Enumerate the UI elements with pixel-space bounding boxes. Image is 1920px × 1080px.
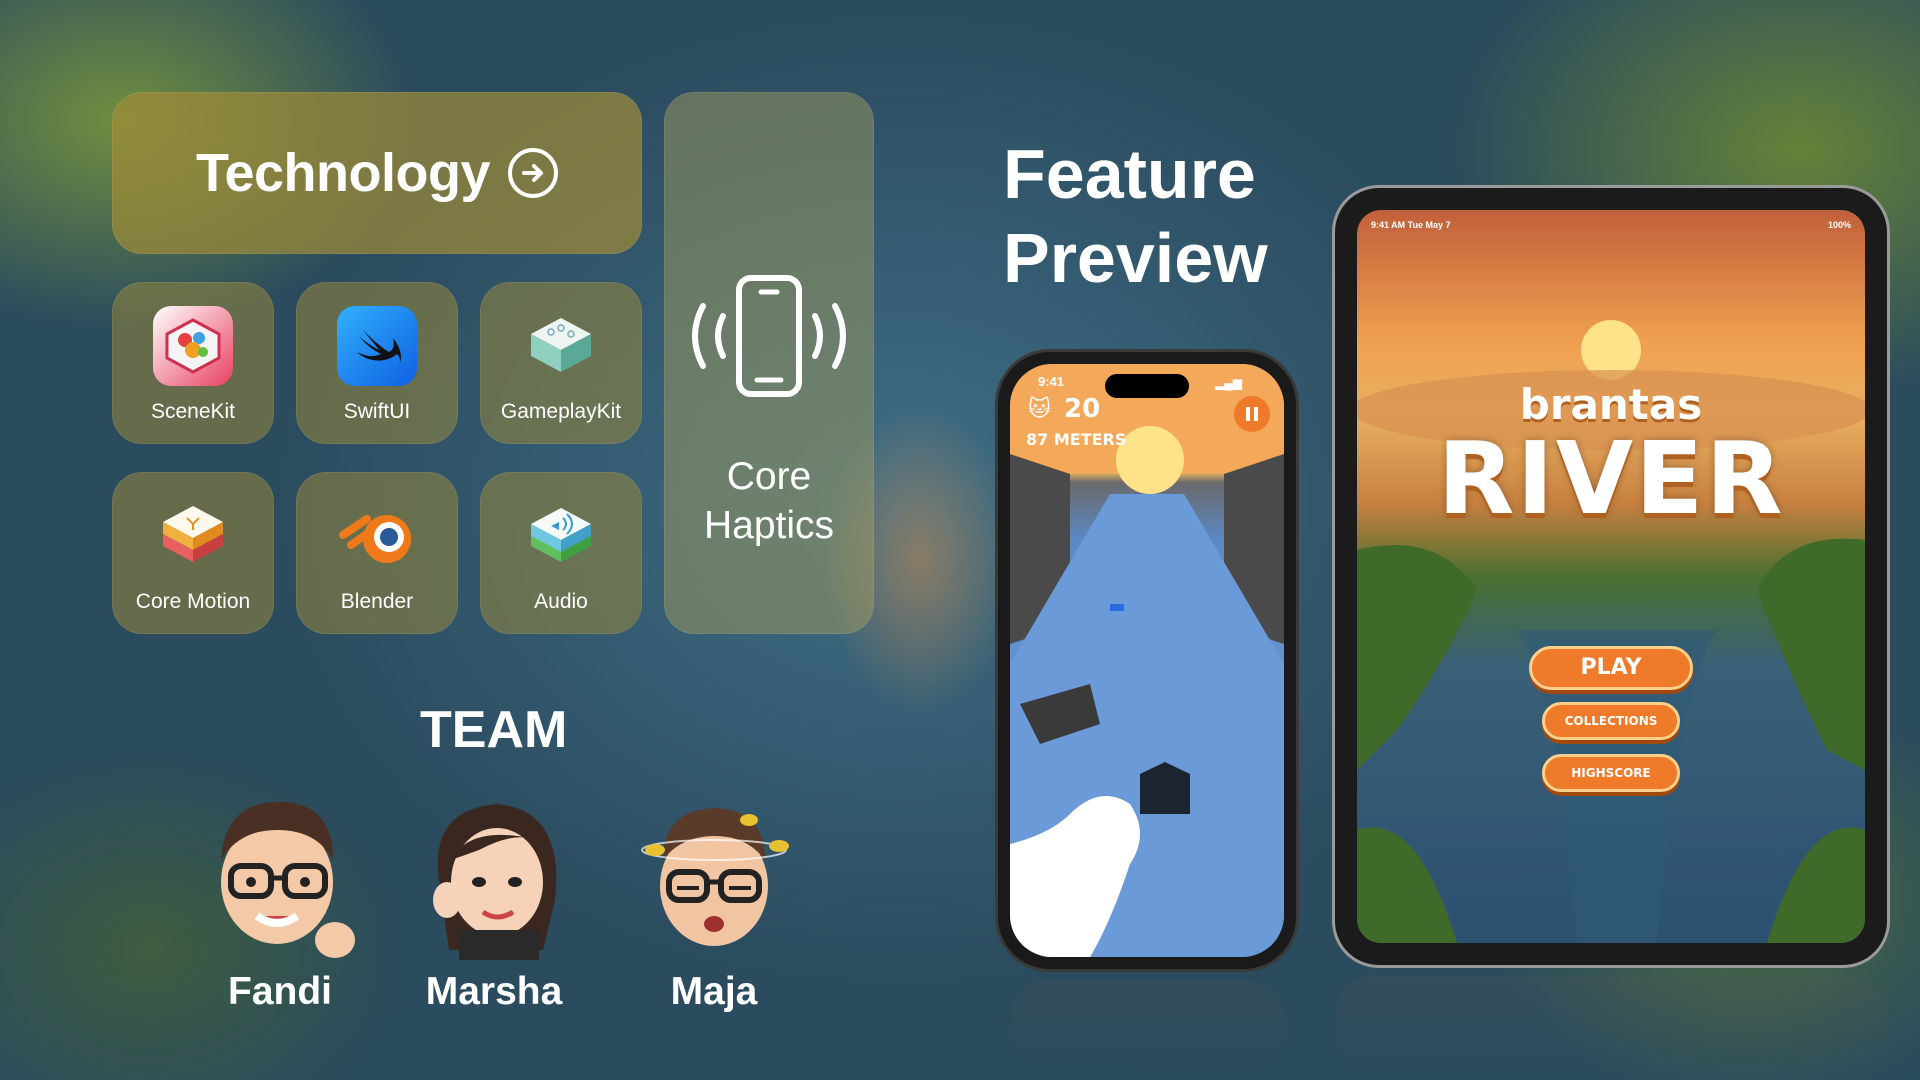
tile-label: Audio	[534, 590, 588, 613]
audio-icon	[521, 496, 601, 576]
member-name: Fandi	[228, 970, 332, 1013]
core-motion-icon	[153, 496, 233, 576]
tile-label: SwiftUI	[343, 400, 411, 423]
play-button[interactable]: PLAY	[1529, 646, 1693, 690]
tile-scenekit[interactable]: SceneKit	[112, 282, 274, 444]
status-time: 9:41	[1038, 374, 1065, 389]
tile-label: GameplayKit	[500, 400, 622, 423]
ipad-game-screen: 9:41 AM Tue May 7 100% brantas RIVER PLA…	[1357, 210, 1865, 943]
pause-icon	[1246, 407, 1250, 421]
tile-label: Blender	[340, 590, 414, 613]
game-logo: brantas RIVER	[1357, 380, 1865, 529]
ipad-status-time: 9:41 AM Tue May 7	[1371, 220, 1451, 230]
game-title-river: RIVER	[1437, 420, 1785, 537]
member-name: Maja	[670, 970, 758, 1013]
highscore-button[interactable]: HIGHSCORE	[1542, 754, 1680, 792]
haptics-phone-icon	[679, 272, 859, 407]
swiftui-icon	[337, 306, 417, 386]
tile-core-haptics[interactable]: Core Haptics	[664, 92, 874, 634]
cat-icon: 🐱	[1028, 396, 1051, 421]
technology-title: Technology	[195, 143, 491, 203]
iphone-preview: 9:41 ▂▄▆ 20 🐱 87 METERS	[998, 352, 1296, 969]
iphone-game-screen: 9:41 ▂▄▆ 20 🐱 87 METERS	[1010, 364, 1284, 957]
tile-audio[interactable]: Audio	[480, 472, 642, 634]
memoji-avatar	[205, 790, 355, 960]
ipad-battery: 100%	[1827, 220, 1851, 230]
blender-icon	[337, 496, 417, 576]
team-member-fandi: Fandi	[180, 790, 380, 1014]
tile-core-motion[interactable]: Core Motion	[112, 472, 274, 634]
status-signal-icon: ▂▄▆	[1215, 376, 1242, 390]
tile-label: SceneKit	[150, 400, 236, 423]
score-counter: 20	[1064, 394, 1101, 424]
tile-swiftui[interactable]: SwiftUI	[296, 282, 458, 444]
tile-gameplaykit[interactable]: GameplayKit	[480, 282, 642, 444]
tile-label: Core Motion	[135, 590, 251, 613]
haptics-label-line-2: Haptics	[703, 503, 835, 547]
distance-meters: 87 METERS	[1026, 430, 1127, 449]
team-member-marsha: Marsha	[394, 790, 594, 1014]
collections-button[interactable]: COLLECTIONS	[1542, 702, 1680, 740]
feature-title-line-1: Feature	[1003, 135, 1256, 213]
member-name: Marsha	[425, 970, 563, 1013]
gameplaykit-icon	[521, 306, 601, 386]
feature-title-line-2: Preview	[1003, 219, 1268, 297]
technology-header[interactable]: Technology	[112, 92, 642, 254]
tile-blender[interactable]: Blender	[296, 472, 458, 634]
ipad-preview: 9:41 AM Tue May 7 100% brantas RIVER PLA…	[1335, 188, 1887, 965]
team-title: TEAM	[420, 701, 568, 759]
arrow-right-circle-icon[interactable]	[508, 148, 558, 198]
iphone-reflection	[1010, 980, 1284, 1070]
feature-preview-title: Feature Preview	[1003, 132, 1268, 300]
memoji-avatar	[419, 790, 569, 960]
team-member-maja: Maja	[614, 790, 814, 1014]
scenekit-icon	[153, 306, 233, 386]
haptics-label: Core Haptics	[704, 453, 834, 551]
haptics-label-line-1: Core	[726, 455, 812, 498]
memoji-avatar	[639, 790, 789, 960]
ipad-reflection	[1335, 975, 1887, 1075]
dynamic-island	[1105, 374, 1189, 398]
pause-button[interactable]	[1234, 396, 1270, 432]
